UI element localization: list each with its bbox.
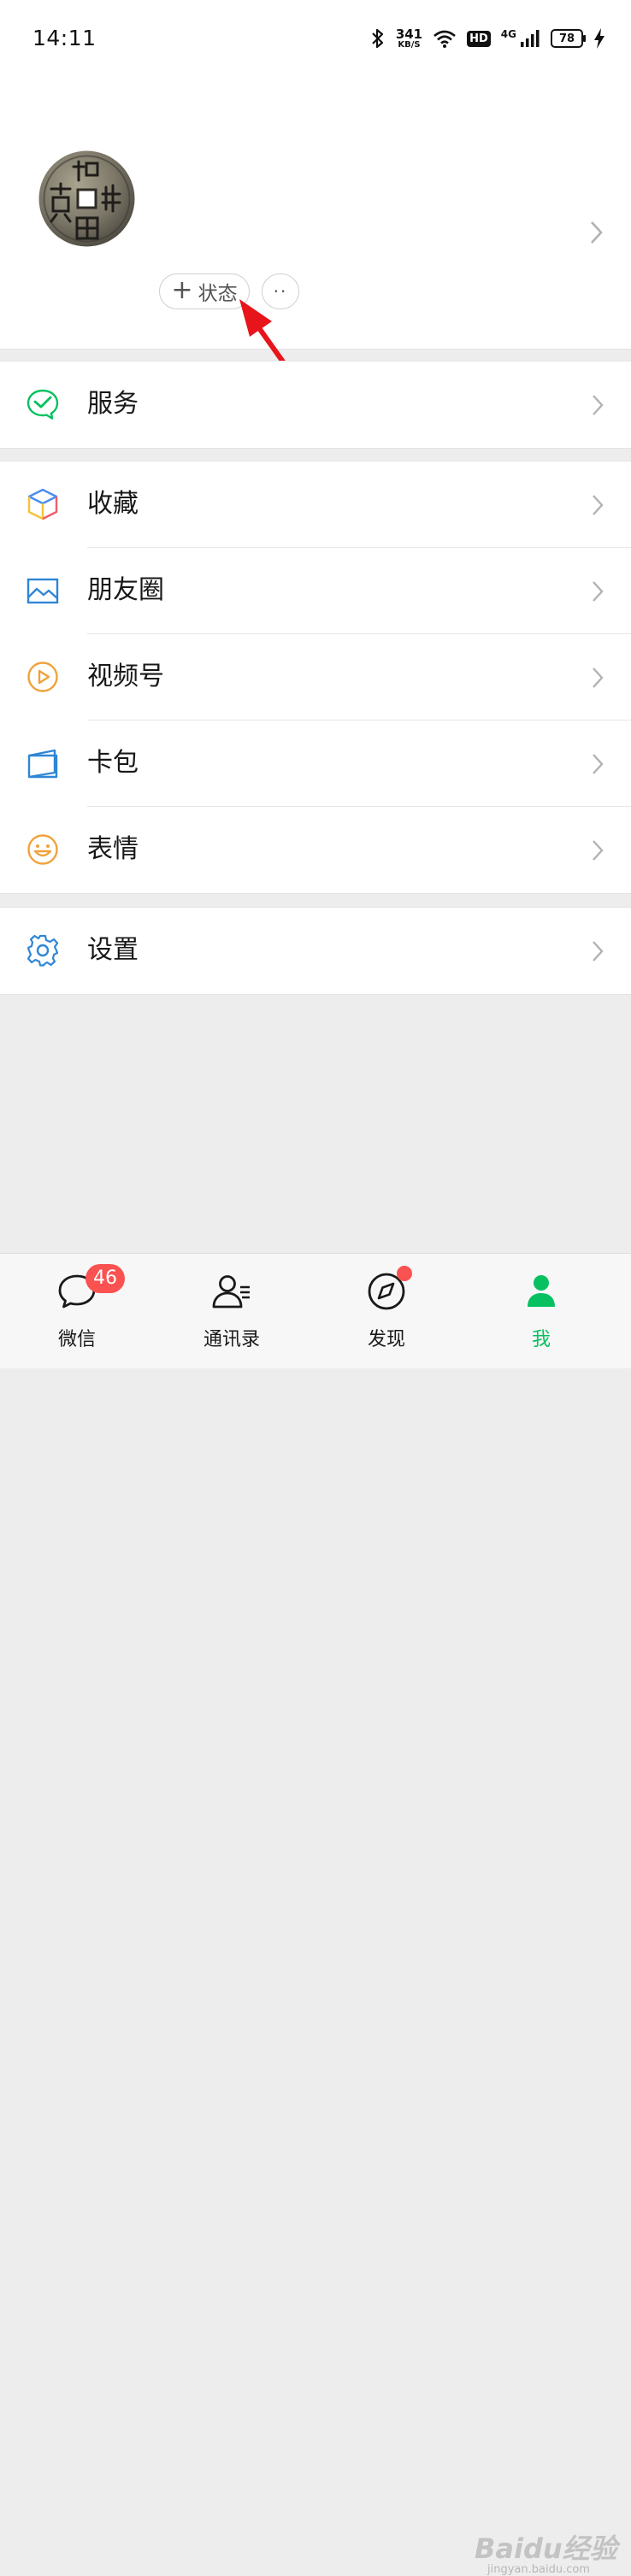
unread-badge: 46	[86, 1264, 125, 1293]
discover-new-dot	[397, 1266, 412, 1281]
wifi-icon	[433, 30, 456, 48]
network-type: 4G	[500, 28, 516, 40]
stickers-chevron-icon	[593, 840, 604, 861]
battery-level: 78	[558, 32, 575, 45]
services-label: 服务	[87, 389, 139, 419]
net-speed: 341 KB/S	[395, 26, 423, 50]
menu-item-channels[interactable]: 视频号	[0, 634, 631, 720]
bluetooth-icon	[372, 28, 383, 49]
moments-icon	[27, 578, 59, 604]
settings-label: 设置	[87, 935, 139, 965]
battery-icon: 78	[551, 29, 586, 48]
profile-chevron-icon	[591, 221, 603, 244]
profile-header[interactable]: + 状态 ··	[0, 77, 631, 408]
net-speed-unit: KB/S	[398, 39, 421, 50]
status-icons: 341 KB/S HD 4G 78	[370, 26, 605, 51]
tab-chats[interactable]: 46 微信	[26, 1254, 128, 1368]
favorites-chevron-icon	[593, 495, 604, 515]
add-status-button[interactable]: + 状态	[159, 273, 250, 309]
baidu-watermark: Baidu经验	[475, 2532, 617, 2565]
services-chevron-icon	[593, 395, 604, 415]
stickers-label: 表情	[87, 834, 139, 864]
status-bar: 14:11 341 KB/S HD 4G 78	[0, 0, 631, 77]
bottom-tab-bar: 46 微信 通讯录 发现 我 Baidu经验 jingyan.baidu.com	[0, 1253, 631, 2576]
tab-contacts[interactable]: 通讯录	[180, 1254, 283, 1368]
gear-icon	[27, 934, 59, 967]
channels-label: 视频号	[87, 662, 164, 691]
tab-contacts-label: 通讯录	[203, 1329, 260, 1350]
contacts-icon	[212, 1275, 250, 1309]
tab-me-label: 我	[531, 1329, 551, 1350]
moments-label: 朋友圈	[87, 575, 164, 605]
more-status-button[interactable]: ··	[262, 273, 299, 309]
menu-item-stickers[interactable]: 表情	[0, 807, 631, 893]
person-icon	[528, 1275, 555, 1307]
tab-me[interactable]: 我	[490, 1254, 593, 1368]
menu-item-moments[interactable]: 朋友圈	[0, 548, 631, 634]
card-wallet-icon	[27, 749, 58, 779]
tab-discover[interactable]: 发现	[335, 1254, 438, 1368]
cards-chevron-icon	[593, 754, 604, 774]
menu-item-cards[interactable]: 卡包	[0, 720, 631, 807]
services-icon	[27, 389, 59, 420]
settings-chevron-icon	[593, 941, 604, 962]
menu-item-services[interactable]: 服务	[0, 362, 631, 448]
cards-label: 卡包	[87, 748, 139, 778]
tab-discover-label: 发现	[367, 1329, 405, 1350]
plus-icon: +	[171, 274, 193, 305]
hd-icon: HD	[467, 30, 491, 47]
status-time: 14:11	[32, 26, 97, 50]
channels-icon	[27, 662, 58, 692]
tab-chats-label: 微信	[57, 1329, 96, 1350]
menu-group-main: 收藏 朋友圈 视频号 卡包 表情	[0, 461, 631, 894]
charging-icon	[594, 28, 604, 49]
baidu-watermark-url: jingyan.baidu.com	[487, 2563, 590, 2576]
signal-icon	[521, 30, 540, 47]
channels-chevron-icon	[593, 668, 604, 688]
menu-item-settings[interactable]: 设置	[0, 908, 631, 994]
favorites-label: 收藏	[87, 489, 139, 519]
add-status-label: 状态	[198, 283, 238, 305]
menu-group-settings: 设置	[0, 907, 631, 995]
more-dots-icon: ··	[273, 281, 288, 302]
menu-item-favorites[interactable]: 收藏	[0, 462, 631, 548]
smiley-icon	[27, 834, 58, 865]
favorites-icon	[27, 488, 58, 520]
moments-chevron-icon	[593, 581, 604, 602]
avatar[interactable]	[38, 150, 136, 248]
menu-group-services: 服务	[0, 361, 631, 449]
net-speed-value: 341	[395, 26, 423, 42]
